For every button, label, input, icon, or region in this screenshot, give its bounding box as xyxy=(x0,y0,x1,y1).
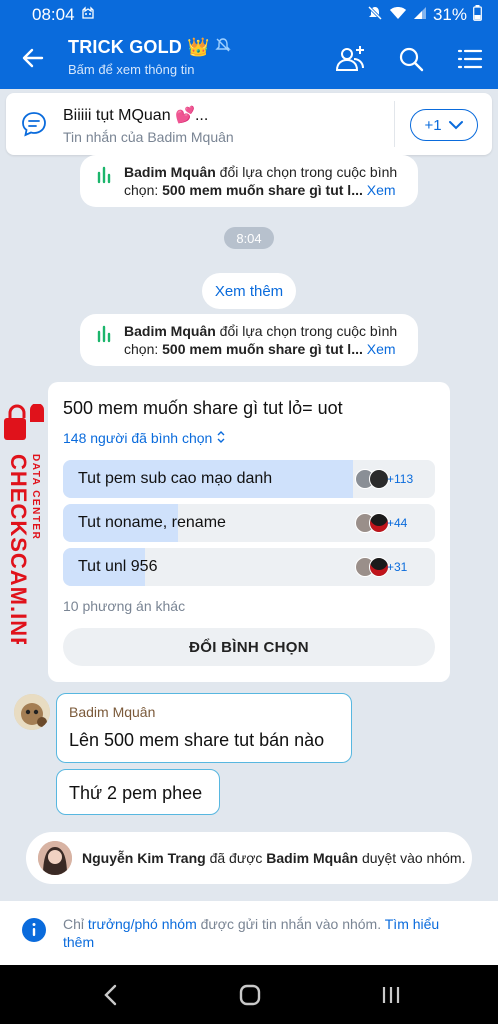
member-avatar[interactable] xyxy=(38,841,72,875)
notice-poll-name: 500 mem muốn share gì tut l... xyxy=(162,182,363,198)
recents-nav-icon[interactable] xyxy=(378,982,404,1008)
pinned-more-label: +1 xyxy=(424,116,442,134)
svg-text:DATA CENTER: DATA CENTER xyxy=(30,454,41,540)
poll-change-notice: Badim Mquân đổi lựa chọn trong cuộc bình… xyxy=(80,314,418,366)
poll-option[interactable]: Tut noname, rename +44 xyxy=(63,504,435,542)
home-nav-icon[interactable] xyxy=(237,982,263,1008)
change-vote-button[interactable]: ĐỔI BÌNH CHỌN xyxy=(63,628,435,666)
poll-voter-count[interactable]: 148 người đã bình chọn xyxy=(63,430,226,446)
avatar xyxy=(369,513,389,533)
status-bar: 08:04 31% xyxy=(0,0,498,29)
muted-bell-icon xyxy=(215,38,231,52)
signal-icon xyxy=(413,6,427,23)
poll-option[interactable]: Tut pem sub cao mạo danh +113 xyxy=(63,460,435,498)
message-bubble[interactable]: Badim Mquân Lên 500 mem share tut bán nà… xyxy=(56,693,352,763)
join-text-tail: duyệt vào nhóm. xyxy=(358,850,466,866)
poll-option-count: +113 xyxy=(387,472,414,486)
poll-option-label: Tut noname, rename xyxy=(78,514,226,531)
notice-actor: Badim Mquân xyxy=(124,164,216,180)
notice-actor: Badim Mquân xyxy=(124,323,216,339)
pinned-more-button[interactable]: +1 xyxy=(410,109,478,141)
voter-avatars xyxy=(355,469,389,489)
avatar xyxy=(369,557,389,577)
status-time: 08:04 xyxy=(32,4,75,24)
poll-change-notice: Badim Mquân đổi lựa chọn trong cuộc bình… xyxy=(80,155,418,207)
back-nav-icon[interactable] xyxy=(98,982,124,1008)
crown-icon: 👑 xyxy=(187,37,210,57)
poll-card[interactable]: 500 mem muốn share gì tut lỏ= uot 148 ng… xyxy=(48,382,450,682)
svg-text:CHECKSCAM.INFO: CHECKSCAM.INFO xyxy=(6,454,31,644)
info-prefix: Chỉ xyxy=(63,916,88,932)
poll-icon xyxy=(97,325,111,343)
message-text: Lên 500 mem share tut bán nào xyxy=(69,730,325,750)
group-title[interactable]: TRICK GOLD 👑 xyxy=(68,37,231,58)
search-icon[interactable] xyxy=(395,43,427,75)
poll-option[interactable]: Tut unl 956 +31 xyxy=(63,548,435,586)
info-icon xyxy=(22,918,46,942)
chevron-down-icon xyxy=(448,121,463,130)
poll-option-count: +44 xyxy=(387,516,408,530)
poll-other-options[interactable]: 10 phương án khác xyxy=(63,598,185,614)
pinned-title: Biiiii tụt MQuan 💕... xyxy=(63,107,209,124)
member-joined-notice: Nguyễn Kim Trang đã được Badim Mquân duy… xyxy=(26,832,472,884)
message-bubble[interactable]: Thứ 2 pem phee xyxy=(56,769,220,815)
android-nav-bar xyxy=(0,965,498,1024)
poll-icon xyxy=(97,166,111,184)
battery-text: 31% xyxy=(432,4,467,24)
approver-name: Badim Mquân xyxy=(266,850,359,866)
app-notification-icon xyxy=(81,6,95,23)
pinned-subtitle: Tin nhắn của Badim Mquân xyxy=(63,129,234,145)
expand-updown-icon xyxy=(217,431,225,443)
checkscam-watermark-logo: CHECKSCAM.INFO DATA CENTER xyxy=(4,404,44,644)
admin-only-info-bar: Chỉ trưởng/phó nhóm được gửi tin nhắn và… xyxy=(0,901,498,965)
mute-icon xyxy=(367,5,383,24)
see-more-button[interactable]: Xem thêm xyxy=(202,273,296,309)
joined-member-name: Nguyễn Kim Trang xyxy=(82,850,206,866)
avatar xyxy=(369,469,389,489)
poll-voters-text: 148 người đã bình chọn xyxy=(63,430,213,446)
join-text-middle: đã được xyxy=(205,850,267,866)
group-name: TRICK GOLD xyxy=(68,37,182,57)
header-subtitle[interactable]: Bấm để xem thông tin xyxy=(68,62,194,77)
time-divider: 8:04 xyxy=(224,227,274,249)
role-link[interactable]: trưởng/phó nhóm xyxy=(88,916,197,932)
notice-view-link[interactable]: Xem xyxy=(363,182,396,198)
chat-header: TRICK GOLD 👑 Bấm để xem thông tin xyxy=(0,29,498,89)
message-text: Thứ 2 pem phee xyxy=(69,783,203,803)
message-sender: Badim Mquân xyxy=(69,704,156,720)
pinned-message-bar[interactable]: Biiiii tụt MQuan 💕... Tin nhắn của Badim… xyxy=(6,93,492,155)
wifi-icon xyxy=(389,6,407,23)
notice-poll-name: 500 mem muốn share gì tut l... xyxy=(162,341,363,357)
back-arrow-icon[interactable] xyxy=(18,43,48,73)
add-member-icon[interactable] xyxy=(334,43,366,75)
divider xyxy=(394,101,395,147)
info-text: Chỉ trưởng/phó nhóm được gửi tin nhắn và… xyxy=(63,915,463,951)
voter-avatars xyxy=(355,557,389,577)
voter-avatars xyxy=(355,513,389,533)
menu-icon[interactable] xyxy=(454,43,486,75)
poll-option-label: Tut unl 956 xyxy=(78,558,158,575)
poll-option-count: +31 xyxy=(387,560,408,574)
battery-icon xyxy=(473,5,482,24)
poll-option-label: Tut pem sub cao mạo danh xyxy=(78,470,273,487)
join-text: Nguyễn Kim Trang đã được Badim Mquân duy… xyxy=(82,850,465,866)
sender-avatar[interactable] xyxy=(14,694,50,730)
info-middle: được gửi tin nhắn vào nhóm. xyxy=(196,916,385,932)
poll-question: 500 mem muốn share gì tut lỏ= uot xyxy=(63,398,343,418)
notice-view-link[interactable]: Xem xyxy=(363,341,396,357)
chat-bubble-icon xyxy=(22,112,46,137)
